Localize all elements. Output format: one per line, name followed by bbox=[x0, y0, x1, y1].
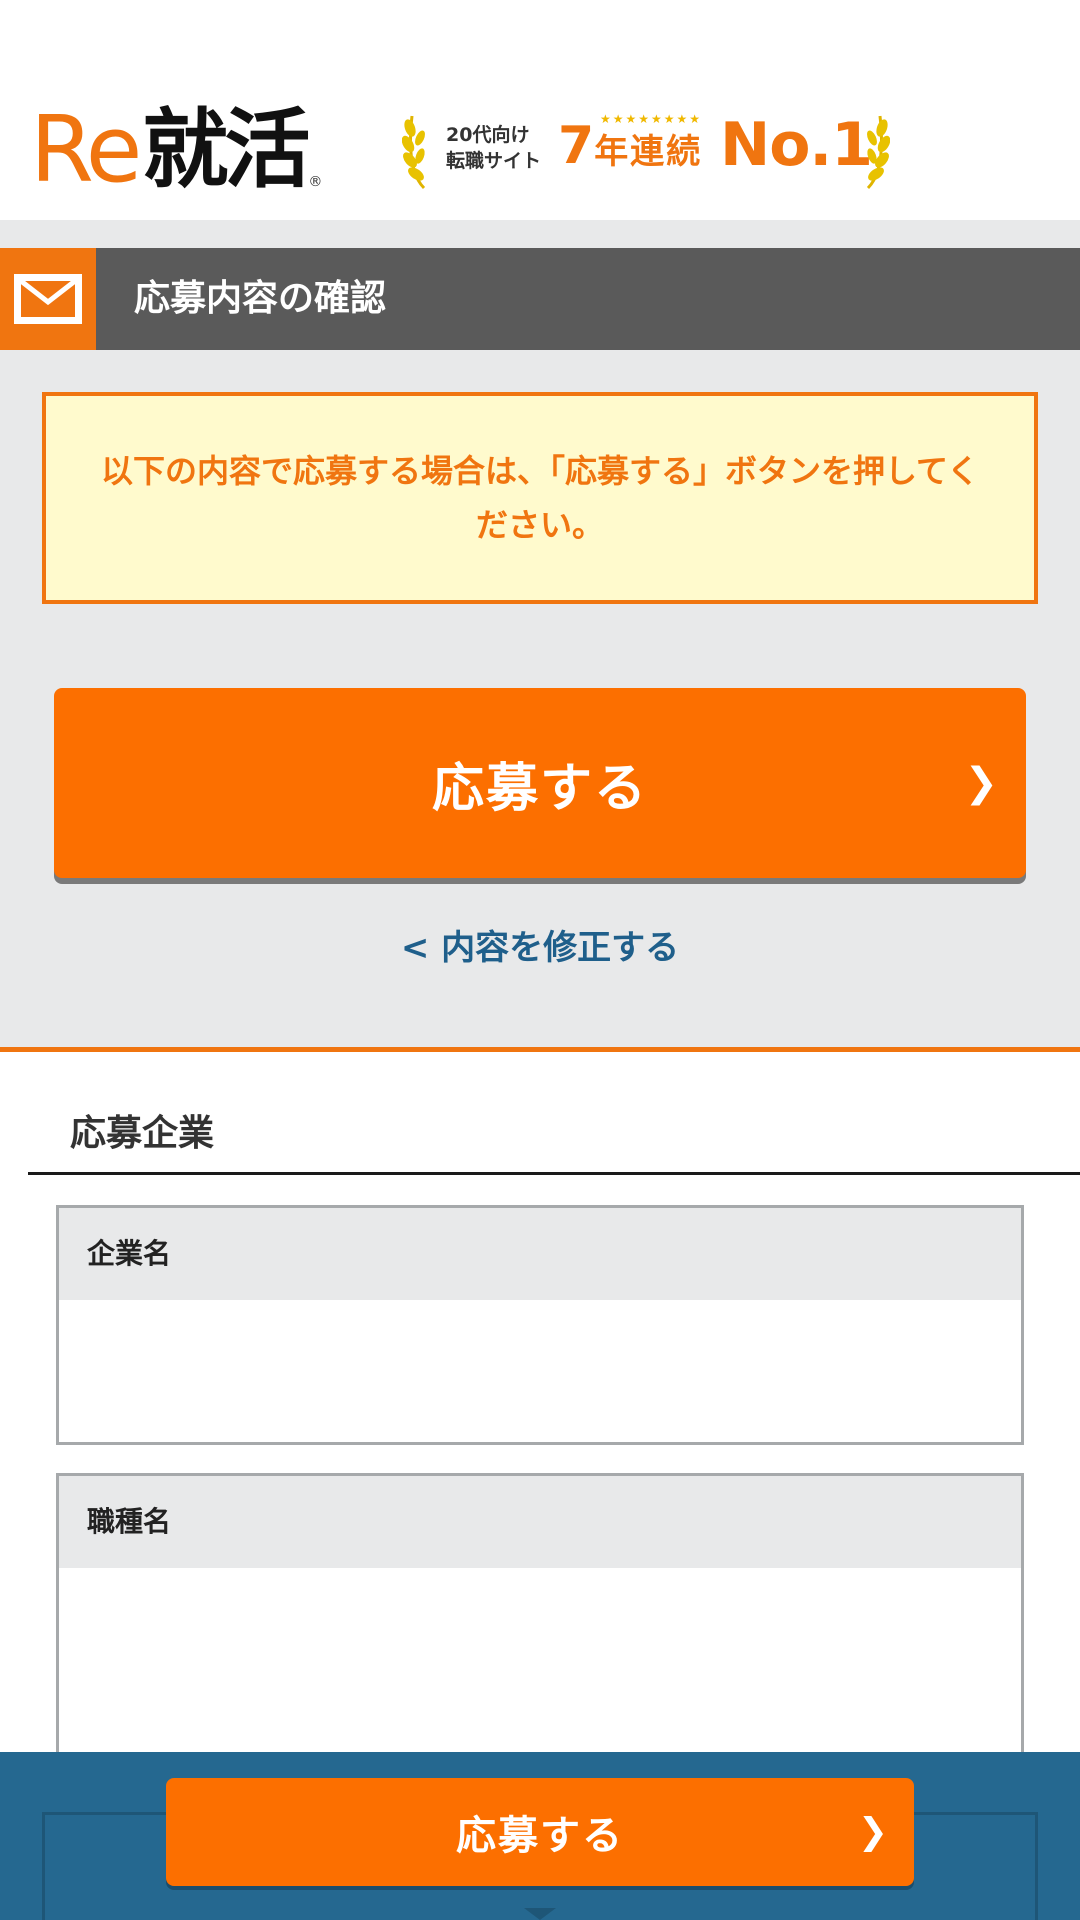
bottom-apply-label: 応募する bbox=[456, 1813, 624, 1859]
bottom-notch bbox=[524, 1908, 556, 1920]
section-header-bar: 応募内容の確認 bbox=[0, 248, 1080, 350]
laurel-icon bbox=[866, 115, 890, 190]
award-subtitle-line2: 転職サイト bbox=[446, 150, 542, 172]
job-title-field: 職種名 bbox=[56, 1473, 1024, 1773]
chevron-right-icon: ❯ bbox=[964, 760, 998, 806]
site-header: Re 就活 ® 20代向け 転職サイト ★★★★★★★★ 7年連続 No.1 bbox=[0, 0, 1080, 220]
company-name-field: 企業名 bbox=[56, 1205, 1024, 1445]
section-divider bbox=[28, 1172, 1080, 1175]
bottom-apply-button[interactable]: 応募する ❯ bbox=[166, 1778, 914, 1886]
apply-button[interactable]: 応募する ❯ bbox=[54, 688, 1026, 878]
award-years: 7年連続 bbox=[558, 116, 702, 182]
field-value bbox=[59, 1300, 1021, 1442]
field-label: 企業名 bbox=[59, 1208, 1021, 1300]
award-subtitle-line1: 20代向け bbox=[446, 124, 530, 146]
mail-icon-box bbox=[0, 248, 96, 350]
award-years-number: 7 bbox=[558, 116, 595, 176]
award-years-text: 年連続 bbox=[594, 132, 703, 172]
field-label: 職種名 bbox=[59, 1476, 1021, 1568]
award-badge: 20代向け 転職サイト ★★★★★★★★ 7年連続 No.1 bbox=[402, 106, 890, 196]
apply-button-label: 応募する bbox=[431, 758, 648, 819]
mail-icon bbox=[14, 274, 82, 324]
award-subtitle: 20代向け 転職サイト bbox=[446, 122, 541, 174]
laurel-icon bbox=[402, 115, 426, 190]
logo-re-text: Re bbox=[30, 96, 142, 203]
logo-kanji-text: 就活 bbox=[142, 100, 310, 200]
award-rank: No.1 bbox=[720, 110, 873, 180]
section-title: 応募内容の確認 bbox=[134, 278, 387, 319]
chevron-right-icon: ❯ bbox=[857, 1811, 888, 1853]
confirm-section: 応募内容の確認 以下の内容で応募する場合は、「応募する」ボタンを押してください。… bbox=[0, 220, 1080, 1052]
company-section-title: 応募企業 bbox=[70, 1113, 215, 1154]
notice-text: 以下の内容で応募する場合は、「応募する」ボタンを押してください。 bbox=[100, 452, 980, 544]
edit-content-link[interactable]: < 内容を修正する bbox=[0, 920, 1080, 969]
notice-box: 以下の内容で応募する場合は、「応募する」ボタンを押してください。 bbox=[42, 392, 1038, 604]
logo-registered-mark: ® bbox=[308, 174, 323, 190]
site-logo[interactable]: Re 就活 ® bbox=[30, 96, 323, 203]
bottom-action-bar: 応募する ❯ bbox=[0, 1752, 1080, 1920]
